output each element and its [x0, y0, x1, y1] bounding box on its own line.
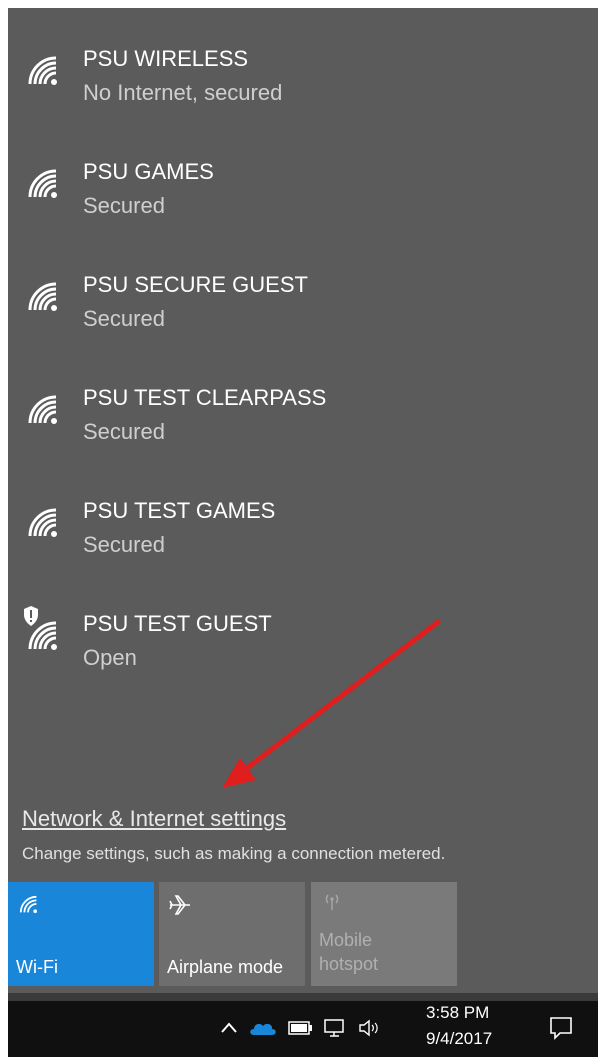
network-icon[interactable] — [323, 1018, 347, 1038]
network-status: Secured — [83, 419, 165, 444]
network-item-psu-secure-guest[interactable]: PSU SECURE GUEST Secured — [8, 272, 598, 372]
network-name: PSU TEST GAMES — [83, 498, 276, 523]
network-status: Secured — [83, 306, 165, 331]
onedrive-icon[interactable] — [248, 1019, 278, 1037]
network-name: PSU GAMES — [83, 159, 214, 184]
mobile-hotspot-tile[interactable]: Mobile hotspot — [311, 882, 457, 986]
wifi-icon — [28, 169, 57, 198]
battery-icon[interactable] — [288, 1021, 314, 1035]
wifi-icon — [28, 56, 57, 85]
taskbar: 3:58 PM 9/4/2017 — [8, 993, 598, 1057]
network-item-psu-test-games[interactable]: PSU TEST GAMES Secured — [8, 498, 598, 598]
wifi-icon — [28, 282, 57, 311]
hotspot-tile-label-line1: Mobile — [319, 930, 373, 950]
volume-icon[interactable] — [358, 1019, 382, 1037]
network-settings-link[interactable]: Network & Internet settings — [22, 806, 286, 832]
clock-time[interactable]: 3:58 PM — [426, 1003, 489, 1023]
network-item-psu-test-clearpass[interactable]: PSU TEST CLEARPASS Secured — [8, 385, 598, 485]
wifi-icon — [28, 621, 57, 650]
action-center-icon[interactable] — [548, 1015, 574, 1041]
wifi-tile-label: Wi-Fi — [16, 957, 58, 977]
network-name: PSU TEST CLEARPASS — [83, 385, 327, 410]
network-item-psu-games[interactable]: PSU GAMES Secured — [8, 159, 598, 259]
network-name: PSU WIRELESS — [83, 46, 249, 71]
network-settings-description: Change settings, such as making a connec… — [22, 844, 446, 863]
hotspot-tile-label-line2: hotspot — [319, 954, 379, 974]
airplane-icon — [169, 895, 190, 915]
network-name: PSU SECURE GUEST — [83, 272, 308, 297]
airplane-mode-tile[interactable]: Airplane mode — [159, 882, 305, 986]
wifi-icon — [28, 508, 57, 537]
network-status: Open — [83, 645, 137, 670]
chevron-up-icon[interactable] — [220, 1021, 238, 1035]
hotspot-icon — [325, 894, 339, 910]
network-item-psu-wireless[interactable]: PSU WIRELESS No Internet, secured — [8, 46, 598, 146]
airplane-tile-label: Airplane mode — [167, 957, 284, 977]
network-item-psu-test-guest[interactable]: PSU TEST GUEST Open — [8, 606, 598, 711]
network-status: Secured — [83, 193, 165, 218]
taskbar-edge — [8, 993, 598, 1001]
network-status: Secured — [83, 532, 165, 557]
wifi-icon — [28, 395, 57, 424]
network-name: PSU TEST GUEST — [83, 611, 272, 636]
wifi-toggle-tile[interactable]: Wi-Fi — [8, 882, 154, 986]
wifi-icon — [19, 895, 37, 913]
network-flyout: PSU WIRELESS No Internet, secured PSU GA… — [8, 8, 598, 993]
network-status: No Internet, secured — [83, 80, 283, 105]
clock-date[interactable]: 9/4/2017 — [426, 1029, 492, 1049]
